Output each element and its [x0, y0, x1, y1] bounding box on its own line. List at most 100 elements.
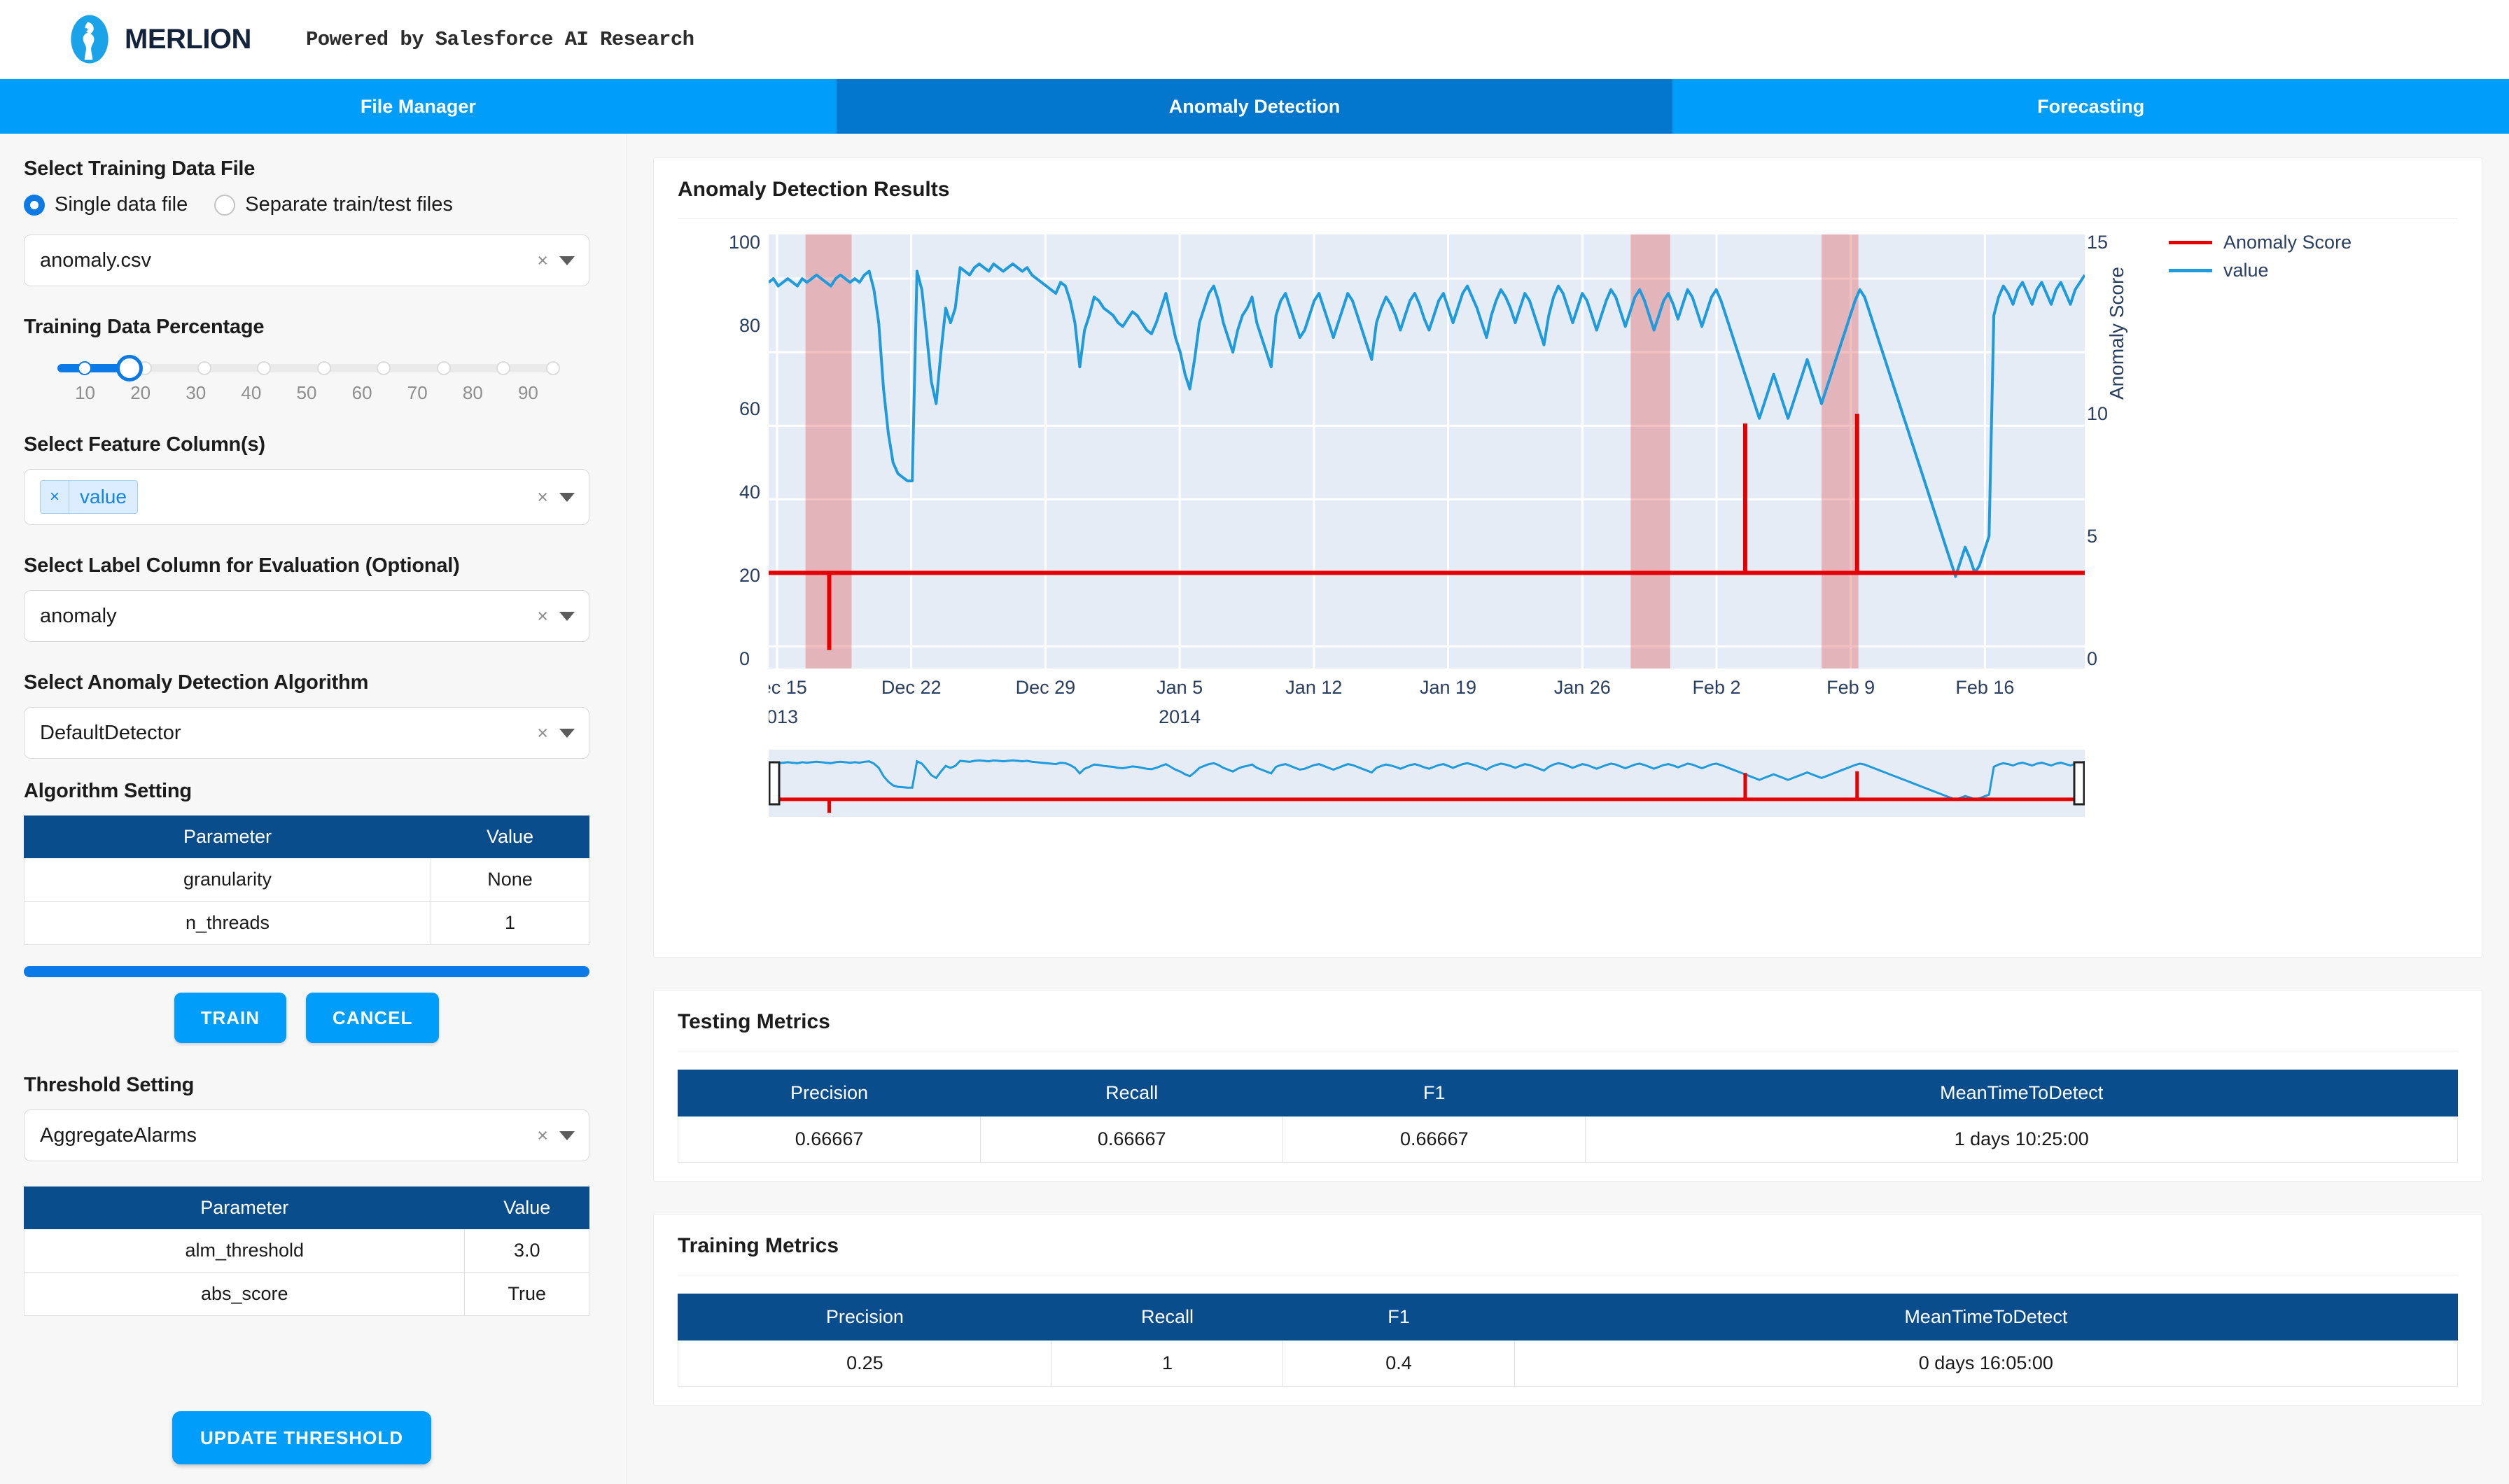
train-button[interactable]: TRAIN: [174, 993, 287, 1043]
slider-dot-90[interactable]: [546, 361, 561, 375]
chart-plot-canvas[interactable]: [769, 234, 2085, 668]
legend-label: value: [2223, 260, 2269, 281]
feature-chip-list: × value: [40, 480, 526, 514]
svg-text:Dec 15: Dec 15: [769, 677, 807, 698]
slider-tick-40: 40: [241, 382, 262, 403]
cell-parameter: abs_score: [23, 1272, 466, 1316]
chevron-down-icon[interactable]: [559, 611, 575, 621]
training-file-select[interactable]: anomaly.csv ×: [24, 234, 589, 286]
testing-metrics-card: Testing Metrics Precision Recall F1 Mean…: [653, 990, 2482, 1182]
chip-remove-icon[interactable]: ×: [41, 481, 70, 513]
training-percentage-slider[interactable]: 10 20 30 40 50 60 70 80 90: [24, 351, 589, 404]
slider-dot-80[interactable]: [496, 361, 511, 375]
cell-value[interactable]: None: [431, 858, 589, 902]
radio-single-data-file[interactable]: [24, 194, 45, 216]
threshold-value: AggregateAlarms: [40, 1124, 197, 1147]
svg-text:2013: 2013: [769, 706, 798, 727]
tab-file-manager[interactable]: File Manager: [0, 79, 837, 134]
label-column-select[interactable]: anomaly ×: [24, 590, 589, 642]
svg-text:2014: 2014: [1159, 706, 1201, 727]
train-cancel-button-row: TRAIN CANCEL: [24, 993, 589, 1043]
table-row: abs_score True: [23, 1272, 589, 1316]
slider-dot-10[interactable]: [78, 361, 92, 375]
radio-separate-train-test-label[interactable]: Separate train/test files: [245, 193, 453, 216]
tab-forecasting[interactable]: Forecasting: [1672, 79, 2509, 134]
svg-text:Dec 22: Dec 22: [881, 677, 942, 698]
clear-icon[interactable]: ×: [526, 250, 559, 272]
tab-anomaly-detection[interactable]: Anomaly Detection: [836, 79, 1673, 134]
slider-handle[interactable]: [116, 355, 143, 382]
svg-text:Feb 16: Feb 16: [1955, 677, 2014, 698]
training-percentage-label: Training Data Percentage: [24, 316, 265, 338]
feature-columns-select[interactable]: × value ×: [24, 469, 589, 525]
radio-single-data-file-label[interactable]: Single data file: [55, 193, 188, 216]
y2-axis-title: Anomaly Score: [2106, 267, 2127, 400]
column-header-meantimetodetect: MeanTimeToDetect: [1585, 1070, 2458, 1116]
cell-precision: 0.25: [678, 1340, 1052, 1387]
algorithm-label: Select Anomaly Detection Algorithm: [24, 671, 369, 694]
feature-chip-value: × value: [40, 480, 138, 514]
radio-separate-train-test[interactable]: [214, 194, 236, 216]
slider-dot-50[interactable]: [316, 361, 331, 375]
table-row: 0.66667 0.66667 0.66667 1 days 10:25:00: [677, 1116, 2458, 1163]
clear-icon[interactable]: ×: [526, 606, 559, 627]
legend-label: Anomaly Score: [2223, 232, 2352, 253]
legend-item-anomaly-score[interactable]: Anomaly Score: [2169, 232, 2351, 253]
main-content: Anomaly Detection Results DefaultDetecto…: [627, 134, 2509, 1484]
svg-text:Feb 9: Feb 9: [1826, 677, 1875, 698]
slider-tick-20: 20: [130, 382, 151, 403]
ytick-right-5: 5: [2087, 526, 2098, 547]
update-threshold-button[interactable]: UPDATE THRESHOLD: [172, 1411, 431, 1464]
table-header-row: Precision Recall F1 MeanTimeToDetect: [678, 1294, 2459, 1340]
chart-range-slider[interactable]: [769, 750, 2085, 817]
cell-f1: 0.66667: [1283, 1116, 1586, 1163]
clear-icon[interactable]: ×: [526, 722, 559, 744]
legend-item-value[interactable]: value: [2169, 260, 2269, 281]
cell-parameter: alm_threshold: [23, 1228, 466, 1273]
slider-dot-30[interactable]: [197, 361, 212, 375]
chevron-down-icon[interactable]: [559, 728, 575, 738]
clear-icon[interactable]: ×: [526, 1125, 559, 1147]
ytick-left-40: 40: [739, 482, 761, 503]
column-header-f1: F1: [1283, 1294, 1515, 1340]
column-header-f1: F1: [1283, 1070, 1586, 1116]
ytick-right-15: 15: [2087, 232, 2109, 253]
table-row: granularity None: [23, 858, 589, 902]
cell-value[interactable]: 3.0: [464, 1228, 589, 1273]
slider-tick-90: 90: [517, 382, 538, 403]
slider-tick-70: 70: [407, 382, 428, 403]
slider-dot-70[interactable]: [436, 361, 451, 375]
slider-dot-60[interactable]: [377, 361, 391, 375]
svg-text:Jan 19: Jan 19: [1420, 677, 1476, 698]
anomaly-chart[interactable]: DefaultDetector: Anomalies in Time Serie…: [678, 232, 2458, 939]
threshold-setting-label: Threshold Setting: [24, 1074, 195, 1096]
column-header-parameter: Parameter: [23, 816, 432, 858]
cell-value[interactable]: True: [464, 1272, 589, 1316]
cell-recall: 0.66667: [980, 1116, 1284, 1163]
chevron-down-icon[interactable]: [559, 1130, 575, 1140]
cell-value[interactable]: 1: [431, 901, 589, 945]
cell-f1: 0.4: [1283, 1340, 1515, 1387]
training-file-value: anomaly.csv: [40, 248, 152, 272]
clear-icon[interactable]: ×: [526, 486, 559, 508]
cancel-button[interactable]: CANCEL: [306, 993, 440, 1043]
svg-text:Dec 29: Dec 29: [1016, 677, 1076, 698]
algorithm-setting-label: Algorithm Setting: [24, 780, 192, 802]
svg-text:Jan 12: Jan 12: [1285, 677, 1342, 698]
slider-tick-60: 60: [351, 382, 372, 403]
algorithm-setting-table: Parameter Value granularity None n_threa…: [23, 816, 589, 945]
chevron-down-icon[interactable]: [559, 255, 575, 265]
chevron-down-icon[interactable]: [559, 492, 575, 502]
slider-dot-40[interactable]: [257, 361, 272, 375]
algorithm-select[interactable]: DefaultDetector ×: [24, 707, 589, 759]
column-header-recall: Recall: [980, 1070, 1284, 1116]
training-progress-bar: [24, 966, 589, 977]
slider-track[interactable]: [57, 355, 561, 382]
algorithm-value: DefaultDetector: [40, 721, 181, 744]
threshold-select[interactable]: AggregateAlarms ×: [24, 1110, 589, 1161]
ytick-left-100: 100: [729, 232, 761, 253]
column-header-precision: Precision: [678, 1294, 1052, 1340]
threshold-setting-table: Parameter Value alm_threshold 3.0 abs_sc…: [23, 1186, 589, 1316]
cell-parameter: granularity: [23, 858, 432, 902]
chip-label: value: [80, 486, 127, 507]
